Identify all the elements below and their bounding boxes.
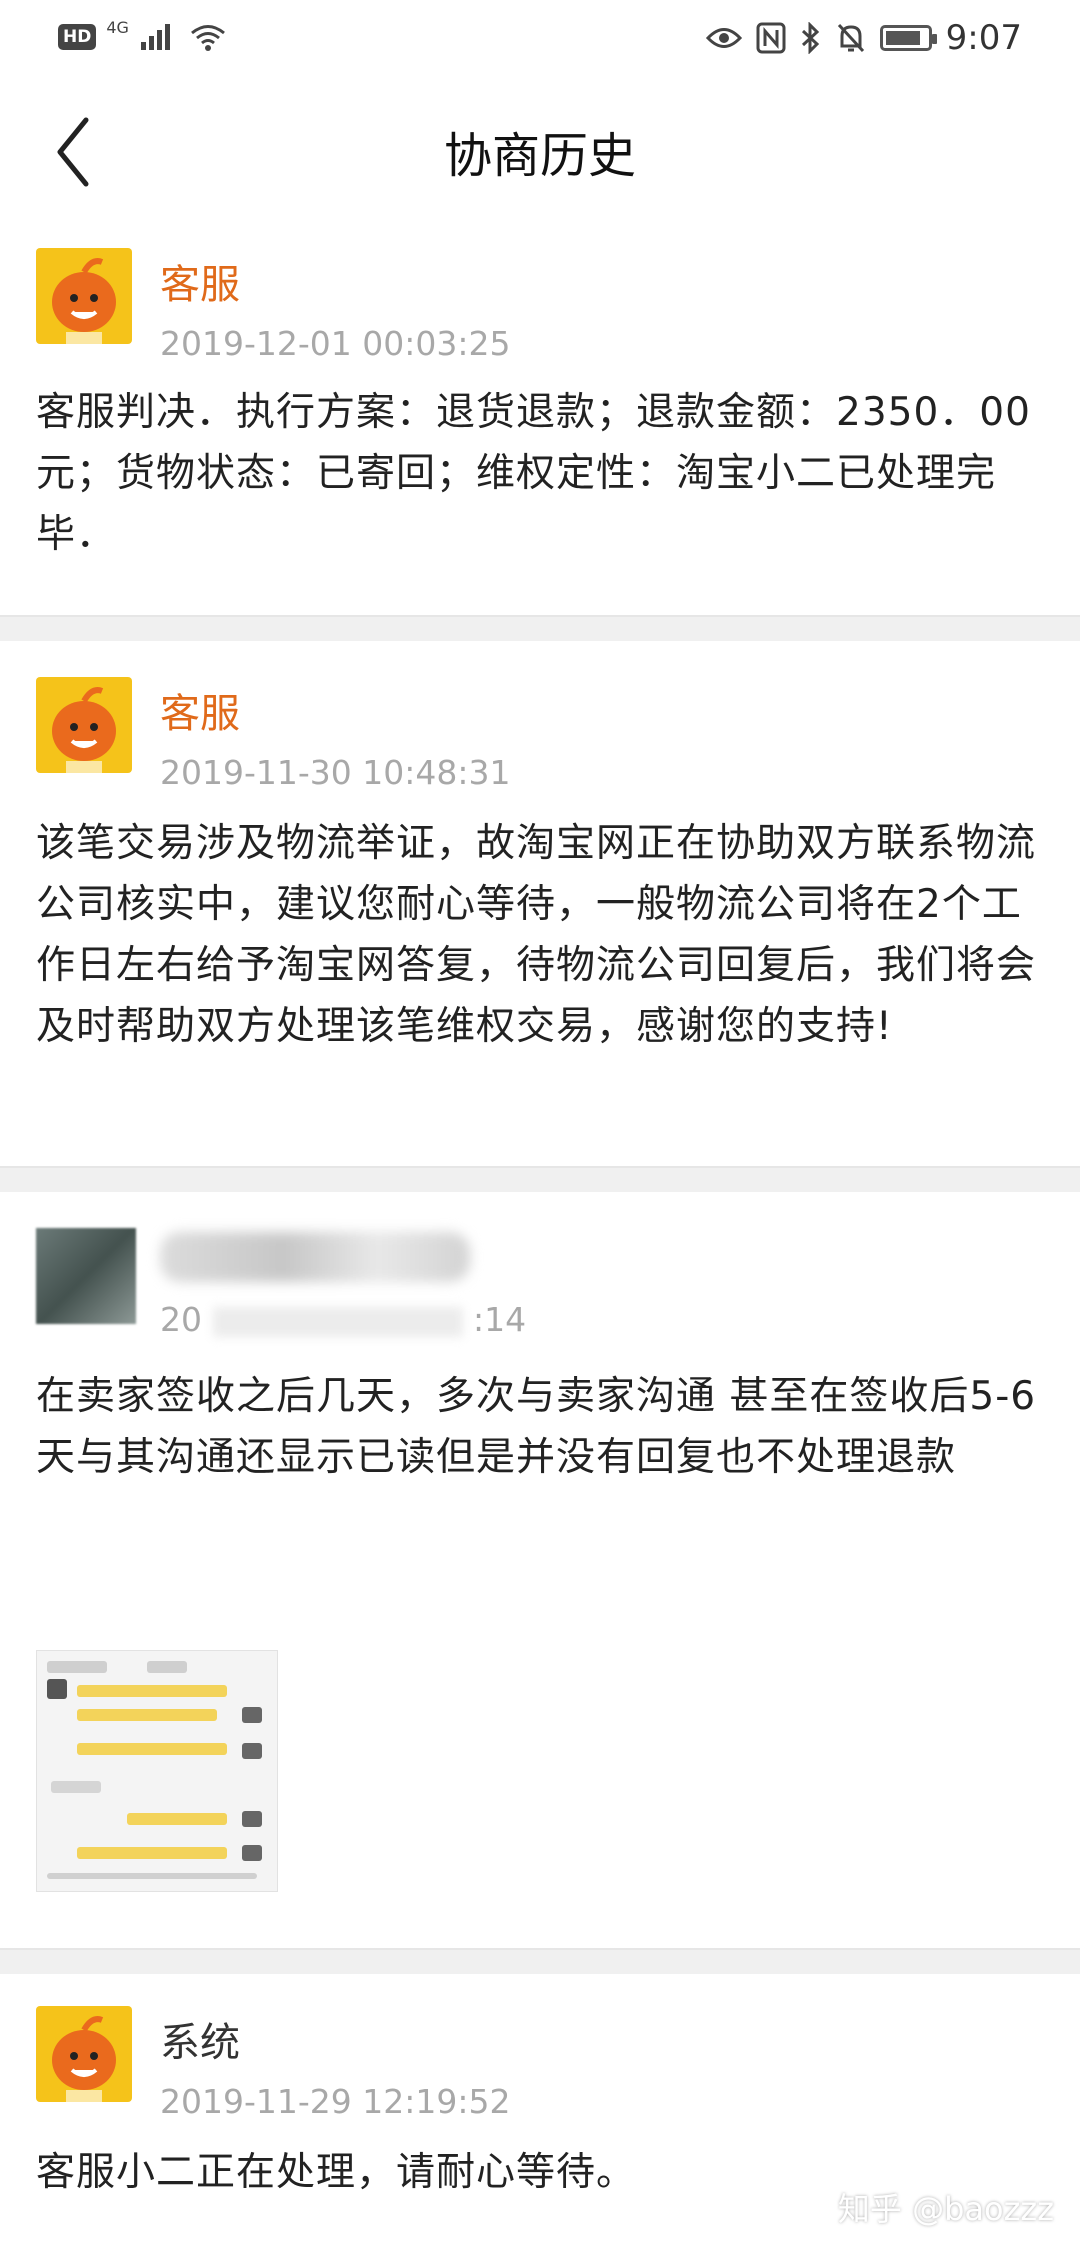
signal-icon bbox=[140, 24, 170, 50]
header: 协商历史 bbox=[0, 80, 1080, 220]
redacted-time bbox=[212, 1306, 463, 1337]
status-left: HD 4G bbox=[58, 18, 227, 52]
avatar bbox=[36, 1228, 136, 1324]
mute-bell-icon bbox=[837, 23, 864, 53]
history-record: 客服 2019-12-01 00:03:25 客服判决．执行方案：退货退款；退款… bbox=[0, 220, 1080, 615]
watermark: 知乎 @baozzz bbox=[837, 2190, 1054, 2228]
status-bar: HD 4G 9:07 bbox=[0, 0, 1080, 80]
battery-fill bbox=[885, 31, 920, 45]
page-title: 协商历史 bbox=[443, 128, 636, 184]
record-time: 20 :14 bbox=[160, 1300, 526, 1339]
service-mascot-icon bbox=[36, 677, 132, 773]
service-mascot-icon bbox=[36, 2006, 132, 2102]
history-record: 客服 2019-11-30 10:48:31 该笔交易涉及物流举证，故淘宝网正在… bbox=[0, 641, 1080, 1166]
divider bbox=[0, 1166, 1080, 1194]
avatar bbox=[36, 677, 132, 773]
eye-icon bbox=[705, 28, 742, 48]
divider bbox=[0, 615, 1080, 643]
attachment-thumbnail[interactable] bbox=[36, 1650, 278, 1892]
network-label: 4G bbox=[106, 17, 129, 37]
wifi-icon bbox=[190, 25, 225, 51]
bluetooth-icon bbox=[801, 22, 819, 54]
record-time-start: 20 bbox=[160, 1300, 202, 1339]
record-content: 在卖家签收之后几天，多次与卖家沟通 甚至在签收后5-6天与其沟通还显示已读但是并… bbox=[36, 1374, 1037, 1480]
record-author: 客服 bbox=[160, 691, 240, 737]
record-author: 系统 bbox=[160, 2020, 240, 2066]
nfc-icon bbox=[756, 22, 786, 54]
record-time: 2019-11-29 12:19:52 bbox=[160, 2082, 511, 2121]
battery-icon bbox=[879, 25, 937, 51]
record-time-end: :14 bbox=[473, 1300, 527, 1339]
status-time: 9:07 bbox=[945, 18, 1022, 58]
avatar bbox=[36, 248, 132, 344]
record-time: 2019-11-30 10:48:31 bbox=[160, 753, 511, 792]
divider bbox=[0, 1948, 1080, 1976]
hd-badge: HD bbox=[58, 24, 97, 50]
redacted-author bbox=[160, 1232, 470, 1282]
avatar bbox=[36, 2006, 132, 2102]
status-right: 9:07 bbox=[705, 18, 1022, 58]
history-record: 20 :14 在卖家签收之后几天，多次与卖家沟通 甚至在签收后5-6天与其沟通还… bbox=[0, 1192, 1080, 1948]
service-mascot-icon bbox=[36, 248, 132, 344]
record-content: 客服判决．执行方案：退货退款；退款金额：2350．00元；货物状态：已寄回；维权… bbox=[36, 390, 1031, 557]
record-time: 2019-12-01 00:03:25 bbox=[160, 324, 511, 363]
record-content: 该笔交易涉及物流举证，故淘宝网正在协助双方联系物流公司核实中，建议您耐心等待，一… bbox=[36, 821, 1037, 1049]
record-author: 客服 bbox=[160, 262, 240, 308]
